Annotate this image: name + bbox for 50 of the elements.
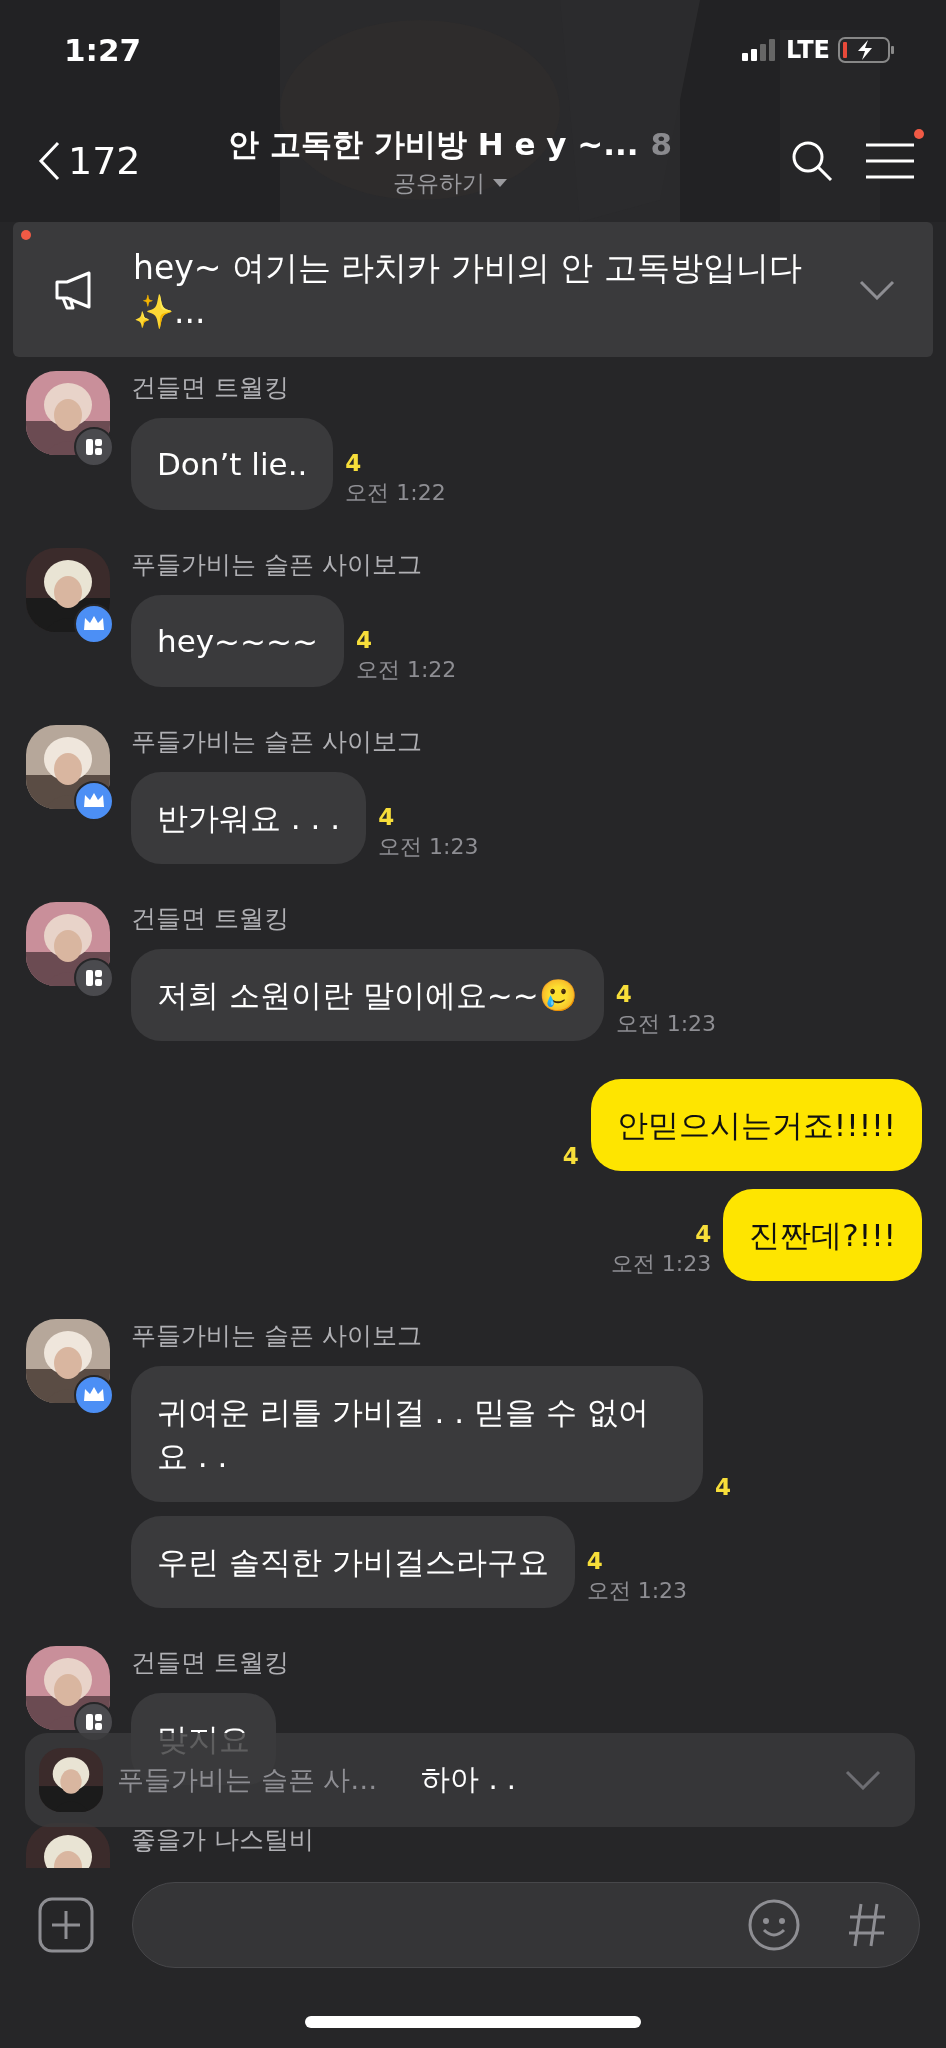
message-time: 오전 1:23: [586, 1577, 688, 1605]
status-time: 1:27: [64, 32, 142, 68]
search-icon: [790, 139, 834, 183]
sender-name: 좋을가 나스틸비: [131, 1824, 314, 1856]
sender-name: 푸들가비는 슬픈 사이보그: [131, 726, 423, 758]
member-count: 8: [650, 125, 673, 162]
message-bubble: 안믿으시는거죠!!!!!: [590, 1079, 922, 1171]
read-count: 4: [562, 1143, 579, 1169]
chevron-left-icon: [38, 141, 60, 181]
read-count: 4: [695, 1221, 712, 1247]
chevron-down-icon: [859, 279, 895, 300]
plus-button-icon[interactable]: [38, 1897, 94, 1953]
message-bubble: 저희 소원이란 말이에요~~🥲: [131, 949, 604, 1041]
read-count: 4: [345, 450, 362, 476]
sender-name: 푸들가비는 슬픈 사이보그: [131, 549, 423, 581]
smiley-icon[interactable]: [747, 1898, 801, 1952]
share-button[interactable]: 공유하기: [393, 167, 508, 199]
battery-icon: [838, 37, 896, 63]
chevron-down-icon: [845, 1770, 881, 1790]
menu-icon: [864, 141, 916, 181]
hash-icon[interactable]: [847, 1902, 887, 1948]
chat-title: 안 고독한 가비방 H e y ~...: [228, 124, 639, 164]
read-count: 4: [355, 627, 372, 653]
message-time: 오전 1:22: [355, 656, 457, 684]
caret-icon: [493, 179, 508, 187]
message-bubble: 우린 솔직한 가비걸스라구요: [131, 1516, 575, 1608]
message-bubble: 귀여운 리틀 가비걸 . . 믿을 수 없어요 . .: [131, 1366, 703, 1502]
read-count: 4: [378, 804, 395, 830]
network-label: LTE: [785, 36, 830, 64]
banner-message: 하아 . .: [421, 1761, 518, 1798]
message-time: 오전 1:23: [615, 1010, 717, 1038]
search-button[interactable]: [790, 139, 834, 183]
back-button[interactable]: 172: [38, 139, 141, 183]
sender-name: 푸들가비는 슬픈 사이보그: [131, 1320, 423, 1352]
message-bubble: 반가워요 . . .: [131, 772, 367, 864]
message-bubble: hey~~~~: [131, 595, 344, 687]
signal-icon: [741, 39, 778, 61]
sender-name: 건들면 트월킹: [131, 903, 290, 935]
sender-name: 건들면 트월킹: [131, 372, 290, 404]
message-time: 오전 1:22: [345, 479, 446, 507]
notice-text: hey~ 여기는 라치카 가비의 안 고독방입니다 ✨...: [133, 246, 803, 333]
message-bubble: Don’t lie..: [131, 418, 334, 510]
message-time: 오전 1:23: [378, 833, 479, 861]
sender-name: 건들면 트월킹: [131, 1647, 289, 1679]
message-bubble: 진짠데?!!!: [723, 1189, 922, 1281]
read-count: 4: [715, 1474, 731, 1500]
read-count: 4: [586, 1548, 603, 1574]
message-time: 오전 1:23: [610, 1250, 712, 1278]
read-count: 4: [615, 981, 632, 1007]
notice-banner[interactable]: hey~ 여기는 라치카 가비의 안 고독방입니다 ✨...: [13, 222, 933, 357]
